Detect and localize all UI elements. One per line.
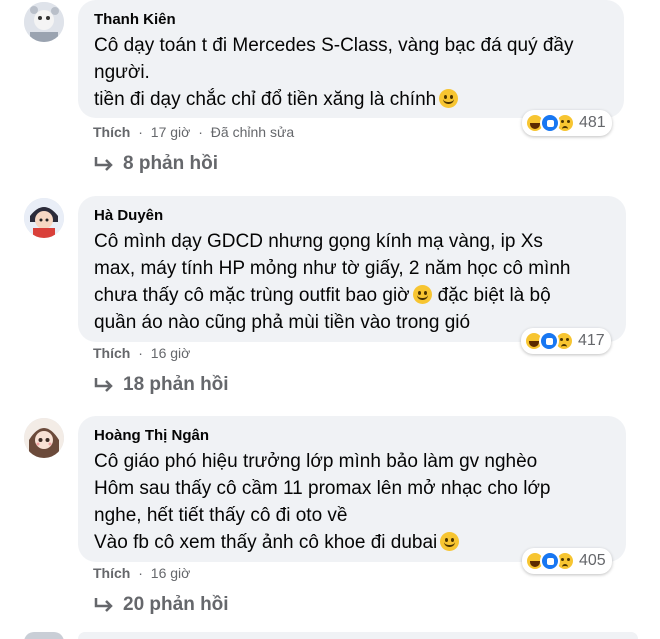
view-replies-button[interactable]: 18 phản hồi: [93, 374, 229, 396]
comment-bubble: Hà Duyên Cô mình dạy GDCD nhưng gọng kín…: [78, 196, 626, 342]
like-reaction-icon: [539, 331, 559, 351]
comment-time[interactable]: 17 giờ: [151, 124, 191, 140]
reply-arrow-icon: [94, 598, 113, 612]
comment-time[interactable]: 16 giờ: [151, 345, 191, 361]
comment-text: Cô mình dạy GDCD nhưng gọng kính mạ vàng…: [94, 231, 571, 333]
reply-arrow-icon: [94, 378, 113, 392]
comment-meta: Thích · 16 giờ: [93, 565, 191, 581]
reaction-summary[interactable]: 405: [522, 548, 612, 574]
replies-count: 20 phản hồi: [123, 594, 229, 615]
view-replies-button[interactable]: 20 phản hồi: [93, 594, 229, 616]
comment-author[interactable]: Thanh Kiên: [94, 10, 608, 30]
comment-bubble: Hoàng Thị Ngân Cô giáo phó hiệu trưởng l…: [78, 416, 626, 562]
grinning-emoji-icon: [412, 285, 432, 304]
replies-count: 8 phản hồi: [123, 153, 218, 174]
avatar[interactable]: [24, 418, 64, 458]
comment-meta: Thích · 16 giờ: [93, 345, 191, 361]
reply-arrow-icon: [94, 157, 113, 171]
avatar[interactable]: [24, 2, 64, 42]
comment-meta: Thích · 17 giờ · Đã chỉnh sửa: [93, 124, 295, 140]
comment-time[interactable]: 16 giờ: [151, 565, 191, 581]
avatar[interactable]: [24, 632, 64, 639]
comment-bubble: Thanh Kiên Cô dạy toán t đi Mercedes S-C…: [78, 0, 624, 118]
like-button[interactable]: Thích: [93, 345, 130, 361]
comment-author[interactable]: Hà Duyên: [94, 206, 610, 226]
reaction-count: 417: [578, 332, 605, 349]
edited-label: Đã chỉnh sửa: [210, 124, 295, 140]
reaction-count: 481: [579, 114, 606, 131]
comment-author[interactable]: Hoàng Thị Ngân: [94, 426, 610, 446]
like-button[interactable]: Thích: [93, 565, 130, 581]
reaction-summary[interactable]: 481: [522, 110, 612, 136]
replies-count: 18 phản hồi: [123, 374, 229, 395]
like-reaction-icon: [540, 551, 560, 571]
like-reaction-icon: [540, 113, 560, 133]
reaction-summary[interactable]: 417: [521, 328, 611, 354]
comment-bubble: [78, 632, 638, 639]
avatar[interactable]: [24, 198, 64, 238]
like-button[interactable]: Thích: [93, 124, 130, 140]
grinning-emoji-icon: [439, 89, 459, 108]
comment-text: Cô dạy toán t đi Mercedes S-Class, vàng …: [94, 35, 574, 110]
reaction-count: 405: [579, 552, 606, 569]
comment-text: Cô giáo phó hiệu trưởng lớp mình bảo làm…: [94, 451, 551, 553]
view-replies-button[interactable]: 8 phản hồi: [93, 153, 218, 175]
grinning-emoji-icon: [440, 532, 460, 551]
